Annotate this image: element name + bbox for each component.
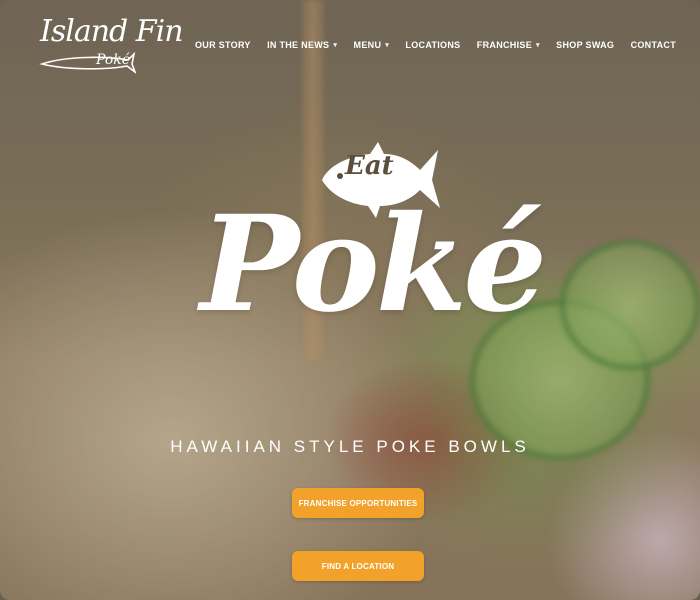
nav-label: MENU [353, 40, 382, 50]
chevron-down-icon: ▾ [385, 42, 390, 49]
site-logo[interactable]: Island Fin Poké [36, 12, 184, 82]
nav-label: CONTACT [630, 40, 676, 50]
hero-tagline: HAWAIIAN STYLE POKE BOWLS [170, 437, 530, 456]
nav-label: FRANCHISE [476, 40, 532, 50]
nav-our-story[interactable]: OUR STORY [195, 40, 251, 50]
fish-logo-icon [39, 51, 136, 74]
nav-in-the-news[interactable]: IN THE NEWS ▾ [267, 40, 337, 50]
nav-label: LOCATIONS [405, 40, 461, 50]
nav-menu[interactable]: MENU ▾ [354, 40, 390, 50]
nav-locations[interactable]: LOCATIONS [405, 40, 460, 50]
nav-label: OUR STORY [195, 40, 251, 50]
find-location-button[interactable]: FIND A LOCATION [292, 551, 424, 581]
main-nav: OUR STORY IN THE NEWS ▾ MENU ▾ LOCATIONS… [195, 40, 676, 50]
nav-label: SHOP SWAG [556, 40, 615, 50]
nav-shop-swag[interactable]: SHOP SWAG [556, 40, 614, 50]
chevron-down-icon: ▾ [536, 42, 540, 49]
button-label: FIND A LOCATION [321, 561, 395, 571]
eat-label: Eat [345, 151, 394, 181]
hero-title: Poké [200, 187, 547, 342]
nav-contact[interactable]: CONTACT [631, 40, 676, 50]
franchise-opportunities-button[interactable]: FRANCHISE OPPORTUNITIES [292, 488, 424, 518]
chevron-down-icon: ▾ [333, 42, 338, 49]
nav-franchise[interactable]: FRANCHISE ▾ [477, 40, 540, 50]
button-label: FRANCHISE OPPORTUNITIES [298, 498, 418, 508]
nav-label: IN THE NEWS [267, 40, 330, 50]
